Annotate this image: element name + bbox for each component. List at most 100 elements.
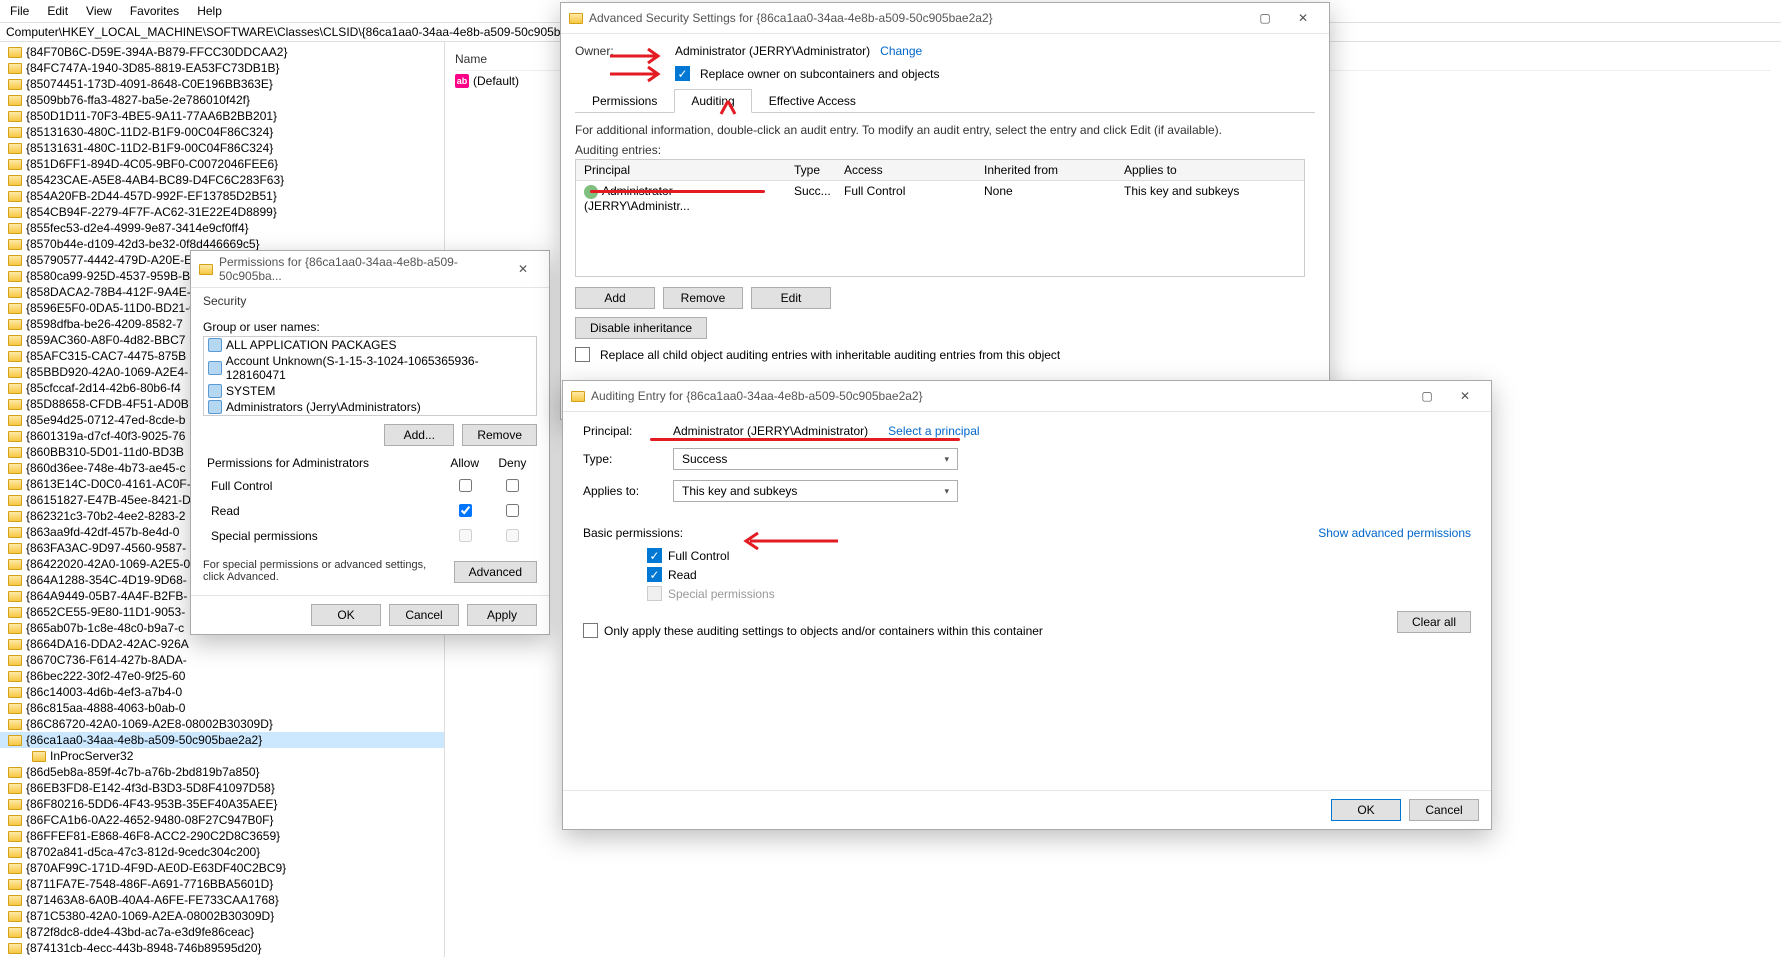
folder-icon [32, 751, 46, 762]
allow-read[interactable] [459, 504, 472, 517]
disable-inheritance-button[interactable]: Disable inheritance [575, 317, 707, 339]
applies-to-select[interactable]: This key and subkeys ▾ [673, 480, 958, 502]
audit-entry-row[interactable]: Administrator (JERRY\Administr... Succ..… [576, 181, 1304, 216]
tree-item[interactable]: {854A20FB-2D44-457D-992F-EF13785D2B51} [0, 188, 444, 204]
tree-item[interactable]: {86c14003-4d6b-4ef3-a7b4-0 [0, 684, 444, 700]
group-list[interactable]: ALL APPLICATION PACKAGESAccount Unknown(… [203, 336, 537, 416]
allow-full-control[interactable] [459, 479, 472, 492]
cancel-button[interactable]: Cancel [1409, 799, 1479, 821]
tree-item[interactable]: {872f8dc8-dde4-43bd-ac7a-e3d9fe86ceac} [0, 924, 444, 940]
replace-owner-checkbox[interactable]: ✓ [675, 66, 690, 81]
type-select[interactable]: Success ▾ [673, 448, 958, 470]
tree-item[interactable]: {855fec53-d2e4-4999-9e87-3414e9cf0ff4} [0, 220, 444, 236]
perm-row-label: Special permissions [205, 524, 440, 547]
clear-all-button[interactable]: Clear all [1397, 611, 1471, 633]
maximize-icon[interactable]: ▢ [1409, 385, 1445, 407]
group-icon [208, 338, 222, 352]
tree-item-label: {871C5380-42A0-1069-A2EA-08002B30309D} [26, 909, 274, 923]
tree-item-label: {863FA3AC-9D97-4560-9587- [26, 541, 186, 555]
cancel-button[interactable]: Cancel [389, 604, 459, 626]
close-icon[interactable]: ✕ [1285, 7, 1321, 29]
tree-item-label: {86C86720-42A0-1069-A2E8-08002B30309D} [26, 717, 273, 731]
ok-button[interactable]: OK [311, 604, 381, 626]
show-advanced-permissions-link[interactable]: Show advanced permissions [1318, 526, 1471, 540]
col-type[interactable]: Type [786, 160, 836, 180]
group-row[interactable]: SYSTEM [204, 383, 536, 399]
menu-view[interactable]: View [86, 4, 112, 18]
advanced-button[interactable]: Advanced [454, 561, 537, 583]
group-row[interactable]: Administrators (Jerry\Administrators) [204, 399, 536, 415]
menu-edit[interactable]: Edit [47, 4, 68, 18]
group-row[interactable]: ALL APPLICATION PACKAGES [204, 337, 536, 353]
menu-favorites[interactable]: Favorites [130, 4, 179, 18]
tree-item[interactable]: {86C86720-42A0-1069-A2E8-08002B30309D} [0, 716, 444, 732]
replace-all-checkbox[interactable] [575, 347, 590, 362]
tree-item-label: {8613E14C-D0C0-4161-AC0F- [26, 477, 191, 491]
remove-button[interactable]: Remove [663, 287, 743, 309]
full-control-checkbox[interactable]: ✓ [647, 548, 662, 563]
group-row[interactable]: Account Unknown(S-1-15-3-1024-1065365936… [204, 353, 536, 383]
tree-item[interactable]: {8664DA16-DDA2-42AC-926A [0, 636, 444, 652]
menu-help[interactable]: Help [197, 4, 222, 18]
col-principal[interactable]: Principal [576, 160, 786, 180]
tree-item[interactable]: {86F80216-5DD6-4F43-953B-35EF40A35AEE} [0, 796, 444, 812]
tree-item[interactable]: {85131630-480C-11D2-B1F9-00C04F86C324} [0, 124, 444, 140]
ok-button[interactable]: OK [1331, 799, 1401, 821]
folder-icon [8, 879, 22, 890]
add-button[interactable]: Add... [384, 424, 454, 446]
folder-icon [8, 79, 22, 90]
deny-full-control[interactable] [506, 479, 519, 492]
tab-auditing[interactable]: Auditing [674, 89, 751, 113]
tree-item[interactable]: {851D6FF1-894D-4C05-9BF0-C0072046FEE6} [0, 156, 444, 172]
tree-item[interactable]: {86FFEF81-E868-46F8-ACC2-290C2D8C3659} [0, 828, 444, 844]
folder-icon [8, 815, 22, 826]
col-applies[interactable]: Applies to [1116, 160, 1304, 180]
tree-item[interactable]: {8711FA7E-7548-486F-A691-7716BBA5601D} [0, 876, 444, 892]
annotation-underline [590, 190, 765, 193]
tree-item[interactable]: {8509bb76-ffa3-4827-ba5e-2e786010f42f} [0, 92, 444, 108]
tab-permissions[interactable]: Permissions [575, 89, 674, 113]
close-icon[interactable]: ✕ [505, 258, 541, 280]
dialog-title: Auditing Entry for {86ca1aa0-34aa-4e8b-a… [591, 389, 1409, 403]
chevron-down-icon: ▾ [944, 454, 949, 465]
edit-button[interactable]: Edit [751, 287, 831, 309]
tree-item[interactable]: {850D1D11-70F3-4BE5-9A11-77AA6B2BB201} [0, 108, 444, 124]
tree-item[interactable]: {8670C736-F614-427b-8ADA- [0, 652, 444, 668]
tree-item[interactable]: {854CB94F-2279-4F7F-AC62-31E22E4D8899} [0, 204, 444, 220]
change-owner-link[interactable]: Change [880, 44, 922, 58]
tree-item[interactable]: {84FC747A-1940-3D85-8819-EA53FC73DB1B} [0, 60, 444, 76]
read-checkbox[interactable]: ✓ [647, 567, 662, 582]
tree-item[interactable]: {86c815aa-4888-4063-b0ab-0 [0, 700, 444, 716]
group-row[interactable]: Users (Jerry\Users) [204, 415, 536, 416]
tree-item[interactable]: {874131cb-4ecc-443b-8948-746b89595d20} [0, 940, 444, 956]
tree-item[interactable]: {85423CAE-A5E8-4AB4-BC89-D4FC6C283F63} [0, 172, 444, 188]
tree-item-label: {86EB3FD8-E142-4f3d-B3D3-5D8F41097D58} [26, 781, 275, 795]
tree-item[interactable]: {871463A8-6A0B-40A4-A6FE-FE733CAA1768} [0, 892, 444, 908]
col-inherited[interactable]: Inherited from [976, 160, 1116, 180]
add-button[interactable]: Add [575, 287, 655, 309]
tree-item[interactable]: {8702a841-d5ca-47c3-812d-9cedc304c200} [0, 844, 444, 860]
tree-item[interactable]: {85074451-173D-4091-8648-C0E196BB363E} [0, 76, 444, 92]
tree-item[interactable]: {86EB3FD8-E142-4f3d-B3D3-5D8F41097D58} [0, 780, 444, 796]
tree-item[interactable]: {86ca1aa0-34aa-4e8b-a509-50c905bae2a2} [0, 732, 444, 748]
deny-read[interactable] [506, 504, 519, 517]
folder-icon [8, 543, 22, 554]
close-icon[interactable]: ✕ [1447, 385, 1483, 407]
remove-button[interactable]: Remove [462, 424, 537, 446]
tree-item[interactable]: {86d5eb8a-859f-4c7b-a76b-2bd819b7a850} [0, 764, 444, 780]
tab-security[interactable]: Security [191, 288, 549, 312]
tree-item[interactable]: {870AF99C-171D-4F9D-AE0D-E63DF40C2BC9} [0, 860, 444, 876]
col-access[interactable]: Access [836, 160, 976, 180]
apply-button[interactable]: Apply [467, 604, 537, 626]
only-apply-checkbox[interactable] [583, 623, 598, 638]
select-principal-link[interactable]: Select a principal [888, 424, 979, 438]
tree-item[interactable]: {871C5380-42A0-1069-A2EA-08002B30309D} [0, 908, 444, 924]
tree-item[interactable]: {85131631-480C-11D2-B1F9-00C04F86C324} [0, 140, 444, 156]
tree-item[interactable]: {84F70B6C-D59E-394A-B879-FFCC30DDCAA2} [0, 44, 444, 60]
menu-file[interactable]: File [10, 4, 29, 18]
tree-item[interactable]: InProcServer32 [0, 748, 444, 764]
tree-item[interactable]: {86bec222-30f2-47e0-9f25-60 [0, 668, 444, 684]
tree-item[interactable]: {86FCA1b6-0A22-4652-9480-08F27C947B0F} [0, 812, 444, 828]
maximize-icon[interactable]: ▢ [1247, 7, 1283, 29]
tab-effective-access[interactable]: Effective Access [752, 89, 873, 113]
